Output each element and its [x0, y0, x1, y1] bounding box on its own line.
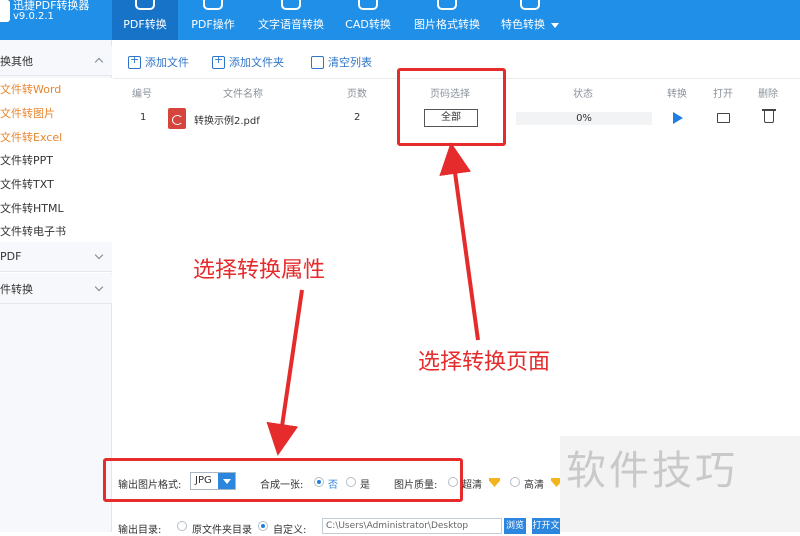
arrow-to-settings	[266, 289, 304, 456]
output-source-label: 原文件夹目录	[192, 525, 252, 536]
format-label: 输出图片格式:	[118, 480, 182, 491]
output-dir-label: 输出目录:	[118, 525, 162, 536]
merge-yes-radio[interactable]	[346, 477, 356, 487]
quality-high-radio[interactable]	[510, 477, 520, 487]
merge-label: 合成一张:	[260, 480, 304, 491]
output-custom-label: 自定义:	[273, 525, 307, 536]
merge-no-radio[interactable]	[314, 477, 324, 487]
quality-high-label: 高清	[524, 480, 544, 491]
quality-label: 图片质量:	[394, 480, 438, 491]
watermark-text: 软件技巧	[566, 448, 738, 494]
merge-no-label: 否	[328, 480, 338, 491]
output-custom-radio[interactable]	[258, 521, 268, 531]
output-source-radio[interactable]	[177, 521, 187, 531]
format-value: JPG	[195, 475, 212, 486]
quality-ultra-radio[interactable]	[448, 477, 458, 487]
arrow-to-page-select	[439, 142, 480, 341]
merge-yes-label: 是	[360, 480, 370, 491]
quality-ultra-label: 超清	[462, 480, 482, 491]
select-dropdown-icon	[218, 473, 235, 489]
format-select[interactable]: JPG	[190, 472, 236, 490]
